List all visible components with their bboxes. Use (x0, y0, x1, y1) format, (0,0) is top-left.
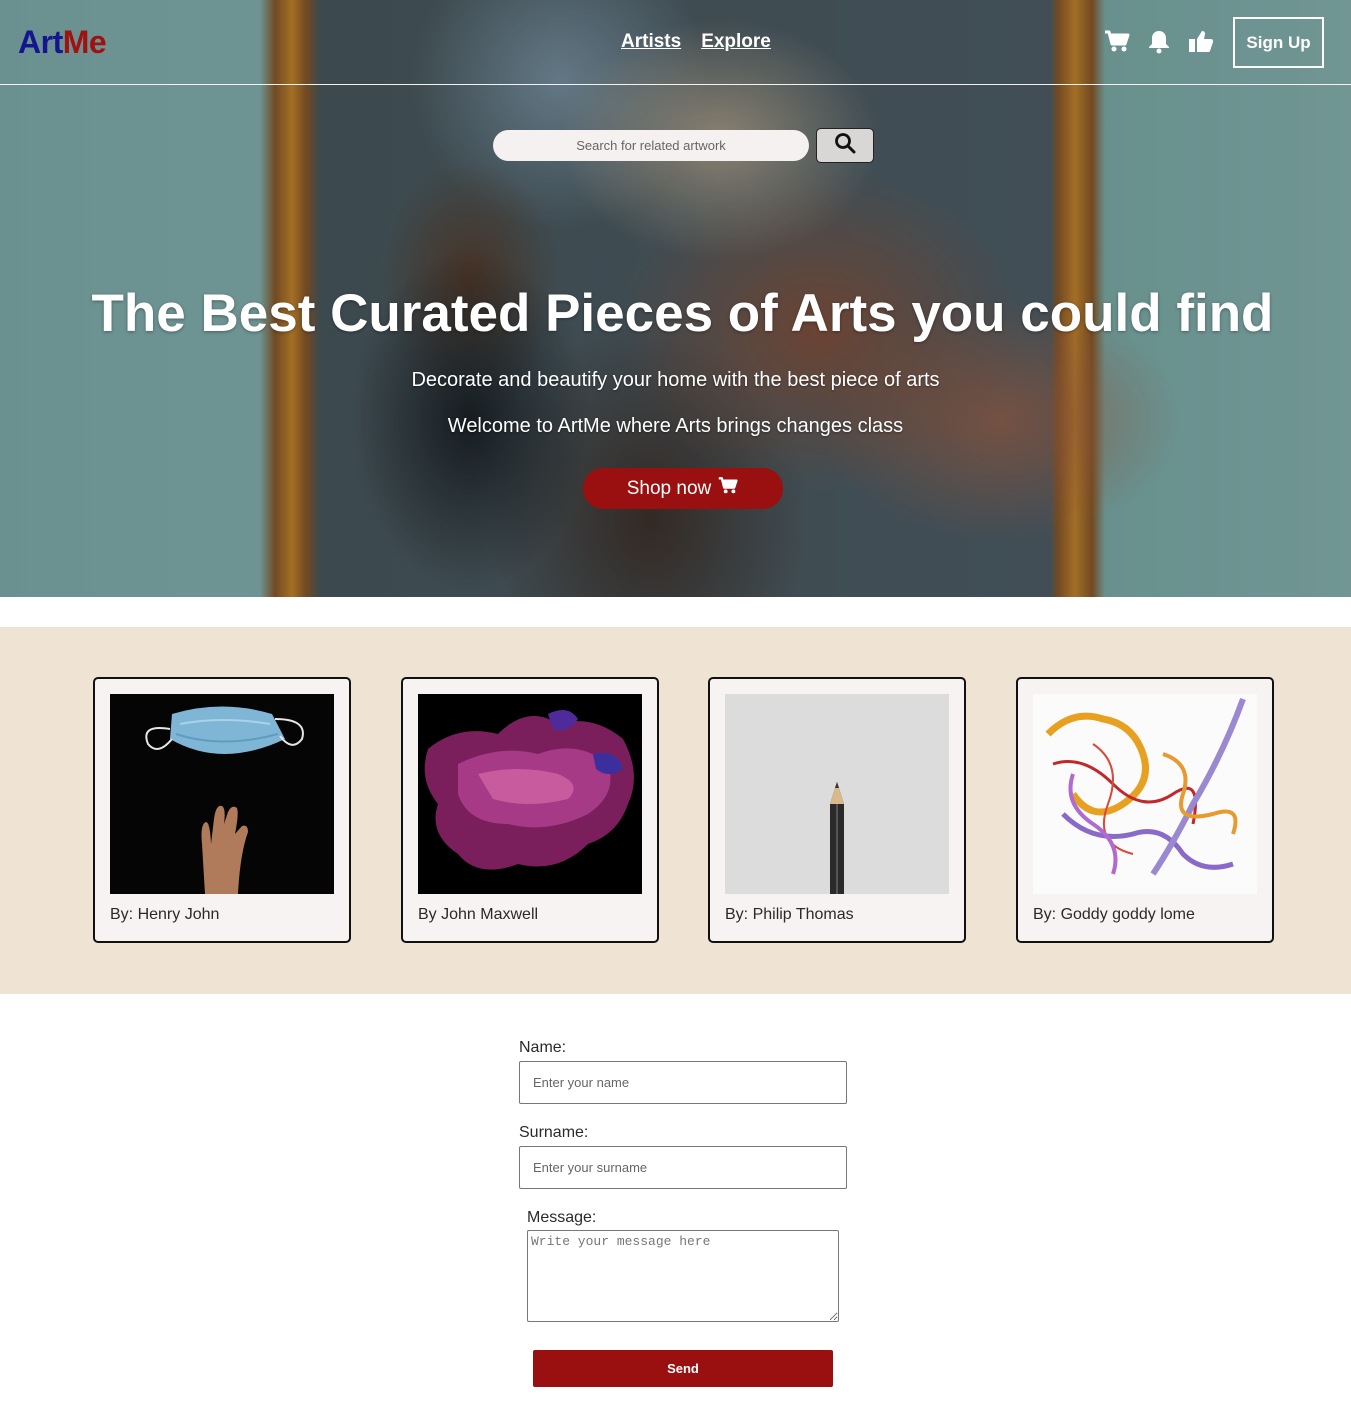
top-navbar: ArtMe Artists Explore Sign Up (0, 0, 1351, 85)
logo-part-art: Art (18, 24, 63, 60)
artwork-caption: By John Maxwell (418, 906, 539, 923)
artwork-image-abstract (1033, 694, 1257, 894)
sign-up-button[interactable]: Sign Up (1233, 17, 1324, 68)
cart-icon[interactable] (1103, 28, 1131, 56)
hero-title: The Best Curated Pieces of Arts you coul… (91, 284, 1274, 343)
brand-logo[interactable]: ArtMe (18, 24, 107, 61)
hero-section: ArtMe Artists Explore Sign Up The Best C… (0, 0, 1351, 597)
send-button[interactable]: Send (533, 1350, 833, 1387)
cart-icon (717, 476, 739, 502)
search-button[interactable] (816, 128, 874, 163)
name-field[interactable] (519, 1061, 847, 1104)
artwork-image-splash (418, 694, 642, 894)
artwork-image-pencil (725, 694, 949, 894)
artwork-card[interactable]: By: Goddy goddy lome (1016, 677, 1274, 943)
artwork-gallery: By: Henry John By John Maxwell By: Phili… (0, 627, 1351, 994)
shop-now-button[interactable]: Shop now (583, 468, 783, 509)
shop-now-label: Shop now (626, 477, 712, 499)
message-label: Message: (527, 1209, 597, 1226)
hero-subtitle-decorate: Decorate and beautify your home with the… (411, 369, 940, 391)
surname-field[interactable] (519, 1146, 847, 1189)
nav-link-explore[interactable]: Explore (701, 31, 771, 53)
search-icon (834, 132, 856, 159)
name-label: Name: (519, 1039, 567, 1056)
search-input[interactable] (493, 130, 809, 161)
artwork-image-mask (110, 694, 334, 894)
artwork-card[interactable]: By: Henry John (93, 677, 351, 943)
surname-label: Surname: (519, 1124, 589, 1141)
thumbs-up-icon[interactable] (1187, 28, 1215, 56)
logo-part-me: Me (62, 24, 107, 60)
artwork-caption: By: Goddy goddy lome (1033, 906, 1195, 923)
message-field[interactable] (527, 1230, 839, 1322)
artwork-card[interactable]: By John Maxwell (401, 677, 659, 943)
nav-icon-group (1103, 28, 1215, 56)
nav-links: Artists Explore (621, 31, 771, 53)
artwork-caption: By: Henry John (110, 906, 220, 923)
bell-icon[interactable] (1145, 28, 1173, 56)
nav-link-artists[interactable]: Artists (621, 31, 681, 53)
hero-subtitle-welcome: Welcome to ArtMe where Arts brings chang… (447, 415, 904, 437)
artwork-card[interactable]: By: Philip Thomas (708, 677, 966, 943)
artwork-caption: By: Philip Thomas (725, 906, 854, 923)
